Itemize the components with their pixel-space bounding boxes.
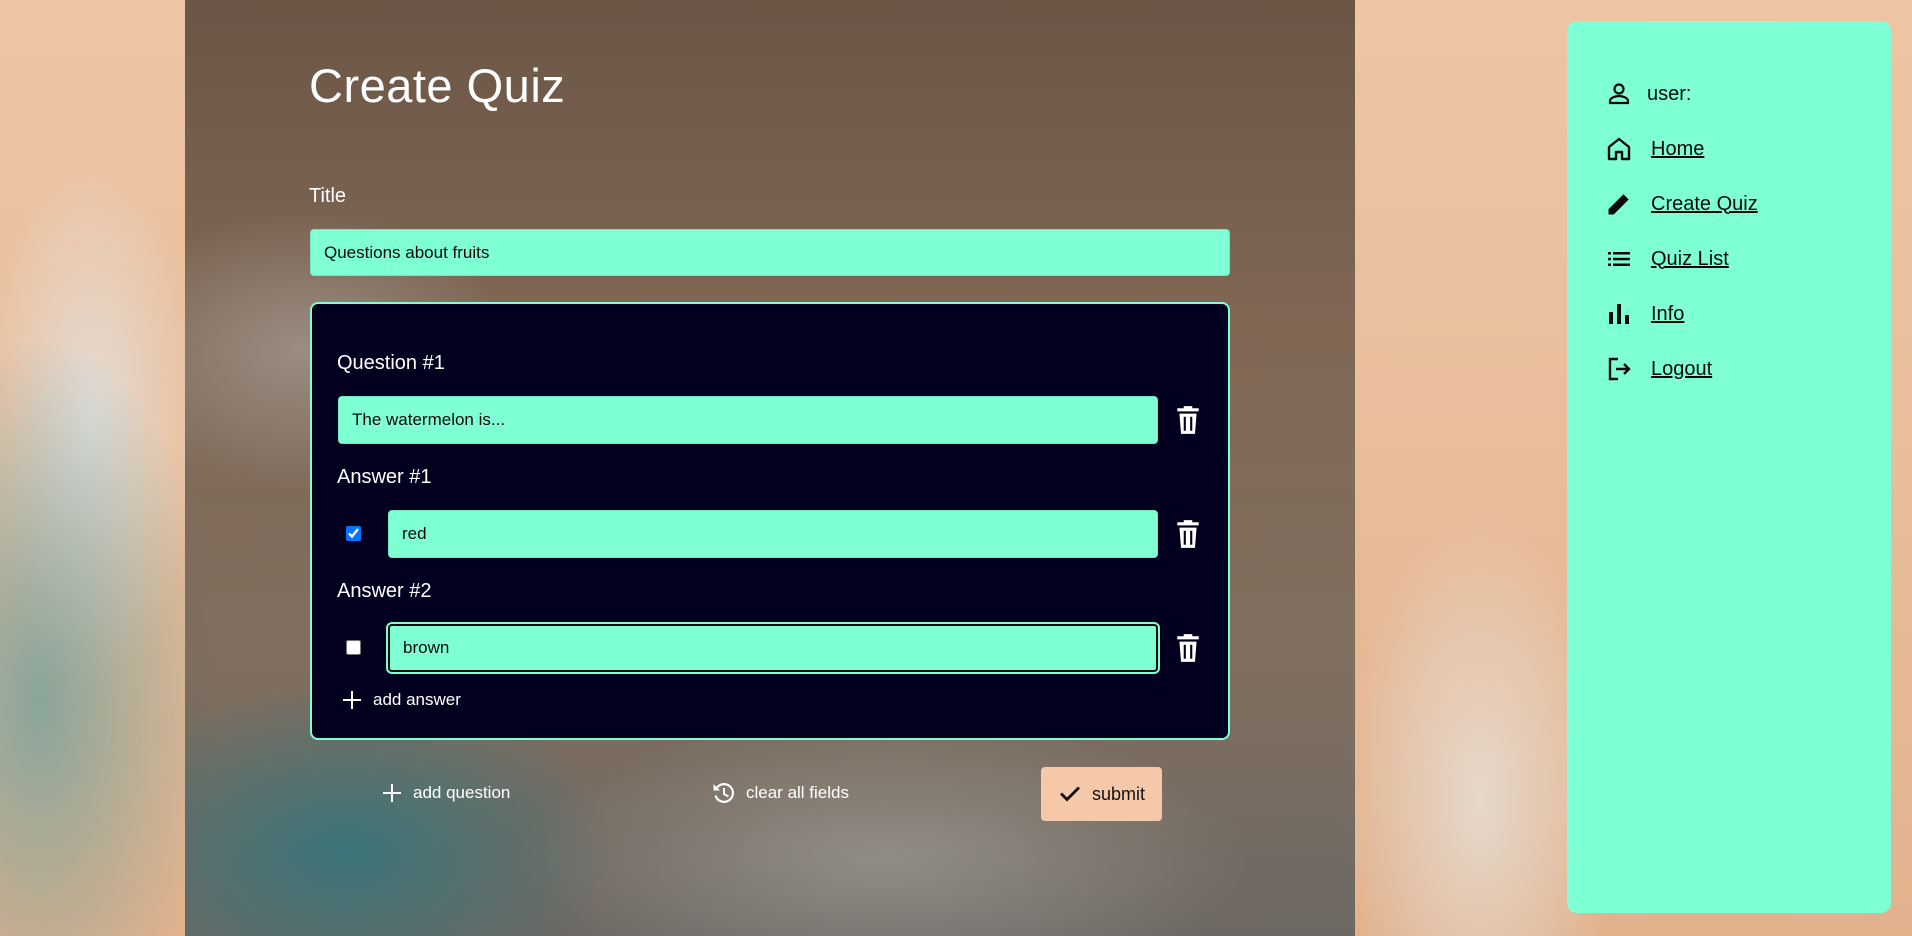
sidebar-item-home[interactable]: Home [1605,135,1704,163]
sidebar-item-logout[interactable]: Logout [1605,355,1712,383]
add-question-label: add question [413,783,511,802]
answer-input-1[interactable] [388,510,1158,558]
sidebar-item-quiz-list-label[interactable]: Quiz List [1651,248,1729,271]
submit-button[interactable]: submit [1041,767,1162,821]
add-question-button[interactable]: add question [381,782,510,804]
answer-label-1: Answer #1 [337,466,432,488]
answer-correct-checkbox-2[interactable] [346,640,361,655]
delete-question-icon[interactable] [1175,405,1201,435]
title-input[interactable] [310,229,1230,276]
history-icon [713,783,734,803]
sidebar: user: Home Create Quiz Quiz List Info Lo… [1567,21,1891,913]
delete-answer-icon-2[interactable] [1175,633,1201,663]
submit-label: submit [1091,783,1145,804]
add-answer-button[interactable]: add answer [341,689,461,711]
question-card: Question #1 Answer #1 Answer #2 add answ… [310,302,1230,740]
clear-all-fields-label: clear all fields [746,783,849,802]
check-icon [1059,786,1080,802]
list-icon [1608,252,1630,266]
delete-answer-icon-1[interactable] [1175,519,1201,549]
answer-input-2[interactable] [388,624,1158,672]
sidebar-item-create-quiz[interactable]: Create Quiz [1605,190,1758,218]
bar-chart-icon [1609,304,1629,324]
sidebar-item-logout-label[interactable]: Logout [1651,358,1712,381]
sidebar-user: user: [1605,80,1691,108]
sidebar-item-create-quiz-label[interactable]: Create Quiz [1651,193,1758,216]
pencil-icon [1608,194,1629,215]
sidebar-item-home-label[interactable]: Home [1651,138,1704,161]
clear-all-fields-button[interactable]: clear all fields [710,780,849,806]
sidebar-item-quiz-list[interactable]: Quiz List [1605,245,1729,273]
page-title: Create Quiz [309,59,566,112]
plus-icon [343,691,361,709]
add-answer-label: add answer [373,690,461,709]
question-label: Question #1 [337,352,445,374]
answer-label-2: Answer #2 [337,580,432,602]
question-input[interactable] [338,396,1158,444]
user-label: user: [1647,82,1692,105]
answer-correct-checkbox-1[interactable] [346,526,361,541]
home-icon [1607,137,1631,161]
user-icon [1608,83,1630,105]
plus-icon [383,784,401,802]
sidebar-item-info-label[interactable]: Info [1651,303,1684,326]
title-label: Title [309,185,347,207]
sidebar-item-info[interactable]: Info [1605,300,1684,328]
logout-icon [1608,357,1631,381]
